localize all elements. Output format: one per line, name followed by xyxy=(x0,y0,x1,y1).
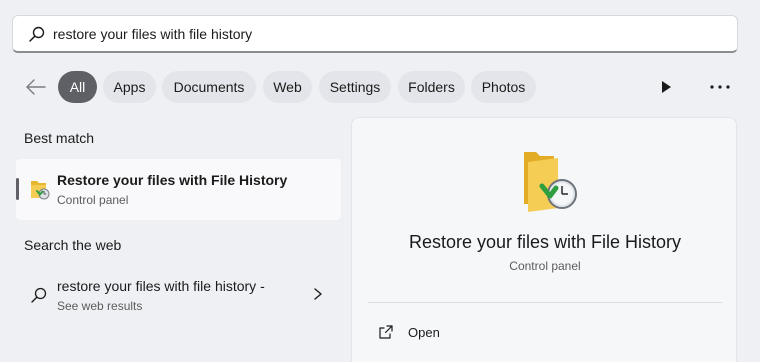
filter-chip-apps[interactable]: Apps xyxy=(103,71,156,103)
detail-panel: Restore your files with File History Con… xyxy=(351,117,737,362)
file-history-icon xyxy=(31,181,50,200)
divider xyxy=(368,302,722,303)
back-arrow-icon[interactable] xyxy=(24,77,48,97)
search-icon xyxy=(31,287,47,303)
web-result-title: restore your files with file history - xyxy=(57,278,265,294)
filter-chip-all[interactable]: All xyxy=(58,71,97,103)
search-box[interactable] xyxy=(12,15,738,53)
chevron-right-icon[interactable] xyxy=(312,286,324,302)
selection-indicator xyxy=(16,178,19,200)
web-result-subtitle: See web results xyxy=(57,299,143,313)
filter-chip-web[interactable]: Web xyxy=(263,71,312,103)
play-icon[interactable] xyxy=(658,78,674,96)
web-result[interactable]: restore your files with file history - S… xyxy=(16,268,341,318)
detail-title: Restore your files with File History xyxy=(408,232,682,252)
open-action-label: Open xyxy=(408,325,440,340)
more-icon[interactable] xyxy=(707,80,733,94)
search-web-heading: Search the web xyxy=(24,237,122,253)
search-icon xyxy=(29,26,45,42)
best-match-result[interactable]: Restore your files with File History Con… xyxy=(16,159,341,220)
best-match-title: Restore your files with File History xyxy=(57,172,288,188)
filter-chip-settings[interactable]: Settings xyxy=(319,71,391,103)
filter-chip-folders[interactable]: Folders xyxy=(398,71,465,103)
best-match-subtitle: Control panel xyxy=(57,193,129,207)
detail-subtitle: Control panel xyxy=(509,259,581,273)
filter-chip-documents[interactable]: Documents xyxy=(162,71,256,103)
open-action[interactable]: Open xyxy=(368,318,722,348)
filter-chip-photos[interactable]: Photos xyxy=(471,71,536,103)
search-input[interactable] xyxy=(53,23,713,45)
file-history-icon xyxy=(524,152,577,212)
open-external-icon xyxy=(379,325,393,339)
best-match-heading: Best match xyxy=(24,130,95,146)
